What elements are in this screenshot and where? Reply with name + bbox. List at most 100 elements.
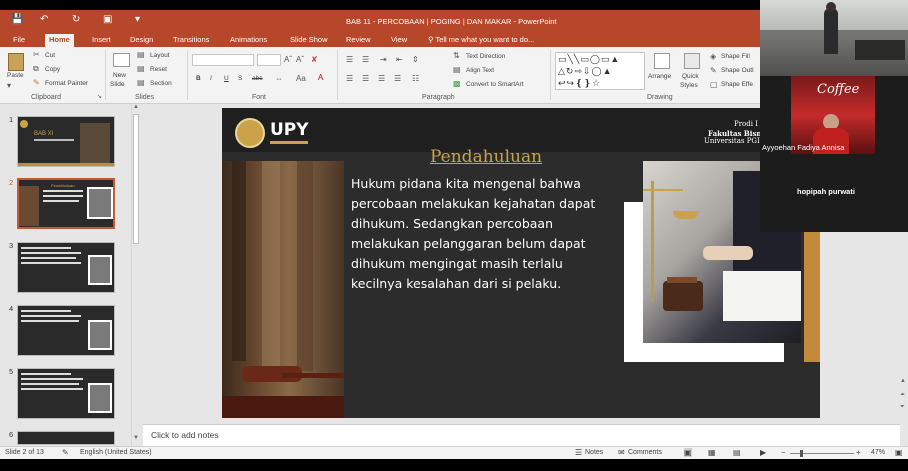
new-slide-icon[interactable] bbox=[113, 53, 130, 67]
line-spacing-icon[interactable]: ⇕ bbox=[412, 55, 419, 64]
shape-fill-button[interactable]: Shape Fill bbox=[721, 53, 750, 60]
scrollbar-thumb[interactable] bbox=[133, 114, 139, 244]
new-slide-button-line2[interactable]: Slide bbox=[110, 81, 124, 88]
current-slide[interactable]: UPY Prodi I Fakultas Bisni Universitas P… bbox=[222, 108, 820, 418]
align-left-icon[interactable]: ☰ bbox=[346, 74, 353, 83]
slide-thumbnail-5[interactable] bbox=[17, 368, 115, 419]
tab-slide-show[interactable]: Slide Show bbox=[286, 34, 332, 47]
slide-thumbnail-1[interactable]: BAB XI bbox=[17, 116, 115, 167]
font-size-box[interactable] bbox=[257, 54, 281, 66]
redo-icon[interactable]: ↻ bbox=[72, 14, 80, 25]
gavel-handle bbox=[667, 277, 697, 283]
slide-thumbnail-6[interactable] bbox=[17, 431, 115, 445]
tab-view[interactable]: View bbox=[387, 34, 411, 47]
char-spacing-icon[interactable]: ⇔ bbox=[275, 74, 283, 83]
language-indicator[interactable]: English (United States) bbox=[80, 449, 152, 456]
prev-slide-icon[interactable]: ⏶ bbox=[900, 392, 905, 399]
clear-format-icon[interactable]: ✘ bbox=[311, 55, 318, 64]
shadow-button[interactable]: S bbox=[238, 75, 242, 82]
scroll-up-icon[interactable]: ▲ bbox=[133, 104, 139, 110]
shapes-gallery[interactable]: ▭╲╲▭◯▭▲ △↻⇨⇩◯▲ ↩↪❴❵☆ bbox=[555, 52, 645, 90]
zoom-in-icon[interactable]: + bbox=[856, 448, 861, 457]
text-direction-button[interactable]: Text Direction bbox=[466, 53, 505, 60]
tab-insert[interactable]: Insert bbox=[88, 34, 115, 47]
reset-button[interactable]: Reset bbox=[150, 66, 167, 73]
increase-font-icon[interactable]: Aˆ bbox=[284, 55, 292, 64]
underline-button[interactable]: U bbox=[224, 75, 229, 82]
thumb-text-line bbox=[21, 310, 71, 312]
justify-icon[interactable]: ☰ bbox=[394, 74, 401, 83]
smartart-icon: ▩ bbox=[453, 79, 461, 88]
slideshow-view-icon[interactable]: ▶ bbox=[760, 448, 766, 457]
book-spine bbox=[262, 161, 280, 381]
slide-sorter-icon[interactable]: ▦ bbox=[708, 448, 716, 457]
cut-button[interactable]: Cut bbox=[45, 52, 55, 59]
tab-review[interactable]: Review bbox=[342, 34, 375, 47]
next-slide-icon[interactable]: ⏷ bbox=[900, 404, 905, 411]
font-name-box[interactable] bbox=[192, 54, 254, 66]
change-case-icon[interactable]: Aa bbox=[296, 74, 306, 83]
font-color-icon[interactable]: A bbox=[318, 73, 323, 82]
section-button[interactable]: Section bbox=[150, 80, 172, 87]
tab-design[interactable]: Design bbox=[126, 34, 157, 47]
paste-button[interactable]: Paste bbox=[7, 72, 24, 79]
italic-button[interactable]: I bbox=[210, 75, 212, 82]
slide-thumbnail-3[interactable] bbox=[17, 242, 115, 293]
align-center-icon[interactable]: ☰ bbox=[362, 74, 369, 83]
scroll-up-icon[interactable]: ▲ bbox=[900, 378, 906, 384]
slide-thumbnail-2[interactable]: Pendahuluan bbox=[17, 178, 115, 229]
align-right-icon[interactable]: ☰ bbox=[378, 74, 385, 83]
zoom-slider-thumb[interactable] bbox=[800, 450, 803, 457]
quick-styles-button[interactable]: Quick bbox=[682, 73, 699, 80]
quick-styles-button-line2[interactable]: Styles bbox=[680, 82, 698, 89]
tell-me-box[interactable]: ⚲ Tell me what you want to do... bbox=[424, 34, 538, 47]
layout-button[interactable]: Layout bbox=[150, 52, 170, 59]
thumb-number: 2 bbox=[9, 178, 14, 187]
numbering-icon[interactable]: ☰ bbox=[362, 55, 369, 64]
new-slide-button[interactable]: New bbox=[113, 72, 126, 79]
convert-smartart-button[interactable]: Convert to SmartArt bbox=[466, 81, 523, 88]
zoom-level[interactable]: 47% bbox=[871, 449, 885, 456]
save-icon[interactable]: 💾 bbox=[11, 14, 23, 25]
editor-scrollbar[interactable]: ▲ ⏶ ⏷ bbox=[900, 378, 908, 446]
bullets-icon[interactable]: ☰ bbox=[346, 55, 353, 64]
paste-icon[interactable] bbox=[8, 53, 24, 71]
shape-effects-button[interactable]: Shape Effe bbox=[721, 81, 753, 88]
arrange-button[interactable]: Arrange bbox=[648, 73, 671, 80]
strikethrough-button[interactable]: abc bbox=[252, 75, 262, 82]
customize-toolbar-icon[interactable]: ▾ bbox=[135, 14, 140, 25]
indent-icon[interactable]: ⇥ bbox=[380, 55, 387, 64]
zoom-out-icon[interactable]: − bbox=[781, 448, 786, 457]
align-text-button[interactable]: Align Text bbox=[466, 67, 494, 74]
present-from-start-icon[interactable]: ▣ bbox=[103, 14, 112, 25]
tab-animations[interactable]: Animations bbox=[226, 34, 271, 47]
arrange-icon[interactable] bbox=[654, 53, 670, 69]
paste-dropdown-icon[interactable]: ▾ bbox=[7, 81, 11, 90]
notes-button[interactable]: Notes bbox=[585, 449, 603, 456]
fit-slide-icon[interactable]: ▣ bbox=[895, 448, 903, 457]
clipboard-launcher-icon[interactable]: ↘ bbox=[97, 93, 102, 100]
slide-body-text: Hukum pidana kita mengenal bahwa percoba… bbox=[351, 176, 596, 291]
normal-view-icon[interactable]: ▣ bbox=[684, 448, 692, 457]
scroll-down-icon[interactable]: ▼ bbox=[133, 435, 139, 441]
header-universitas: Universitas PGI bbox=[704, 137, 760, 145]
outdent-icon[interactable]: ⇤ bbox=[396, 55, 403, 64]
shape-outline-button[interactable]: Shape Outl bbox=[721, 67, 754, 74]
spellcheck-icon[interactable]: ✎ bbox=[62, 448, 69, 457]
comments-button[interactable]: Comments bbox=[628, 449, 662, 456]
columns-icon[interactable]: ☷ bbox=[412, 74, 419, 83]
tab-transitions[interactable]: Transitions bbox=[169, 34, 213, 47]
format-painter-button[interactable]: Format Painter bbox=[45, 80, 88, 87]
tab-file[interactable]: File bbox=[9, 34, 29, 47]
slide-thumbnail-4[interactable] bbox=[17, 305, 115, 356]
notes-pane[interactable]: Click to add notes bbox=[143, 424, 900, 446]
tab-home[interactable]: Home bbox=[45, 34, 74, 47]
decrease-font-icon[interactable]: Aˇ bbox=[296, 55, 304, 64]
reading-view-icon[interactable]: ▤ bbox=[733, 448, 741, 457]
undo-icon[interactable]: ↶ bbox=[40, 14, 48, 25]
thumbnail-scrollbar[interactable]: ▲ ▼ bbox=[131, 104, 140, 446]
copy-button[interactable]: Copy bbox=[45, 66, 60, 73]
copy-icon: ⧉ bbox=[33, 64, 39, 73]
quick-styles-icon[interactable] bbox=[684, 53, 700, 69]
bold-button[interactable]: B bbox=[196, 75, 201, 82]
